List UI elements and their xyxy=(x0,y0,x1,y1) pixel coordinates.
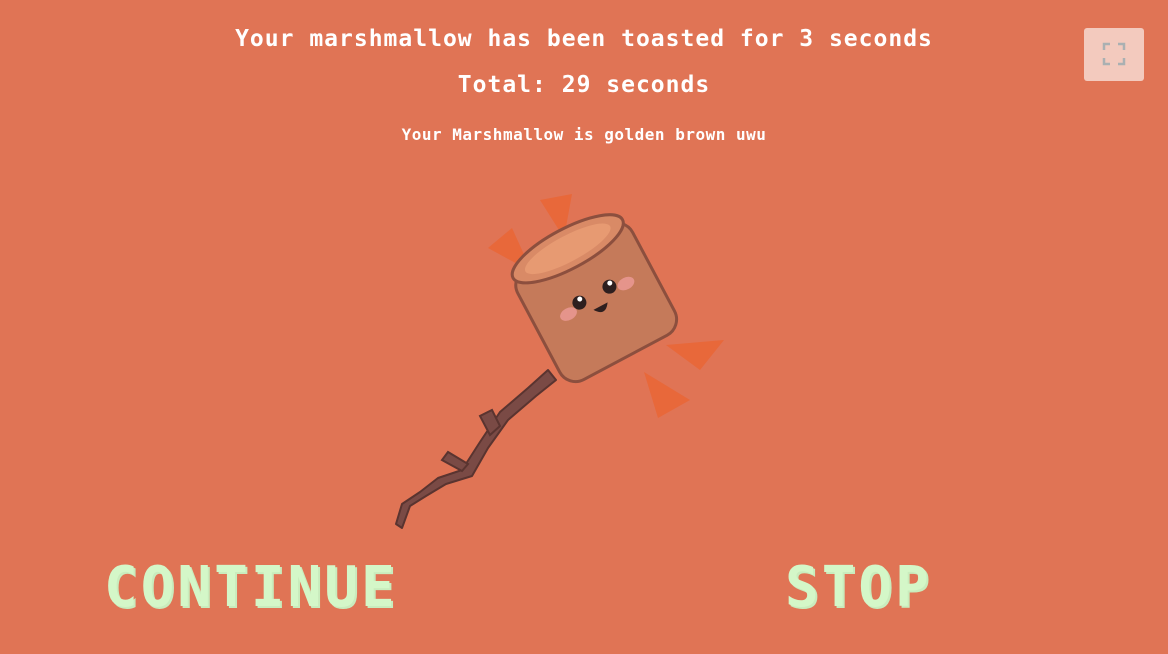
toasted-time-message: Your marshmallow has been toasted for 3 … xyxy=(235,26,933,52)
total-time-message: Total: 29 seconds xyxy=(457,72,711,98)
fullscreen-icon xyxy=(1102,42,1126,66)
stick-branch xyxy=(440,450,470,473)
sparkle-shape xyxy=(666,340,724,370)
fullscreen-button[interactable] xyxy=(1084,28,1144,81)
marshmallow-illustration xyxy=(395,194,724,529)
game-stage: Your marshmallow has been toasted for 3 … xyxy=(0,0,1168,654)
stick xyxy=(395,369,557,529)
doneness-message: Your Marshmallow is golden brown uwu xyxy=(401,125,767,144)
stop-button[interactable]: STOP xyxy=(785,560,932,616)
sparkle-shape xyxy=(644,372,690,418)
marshmallow xyxy=(510,213,679,384)
continue-button[interactable]: CONTINUE xyxy=(104,560,398,616)
